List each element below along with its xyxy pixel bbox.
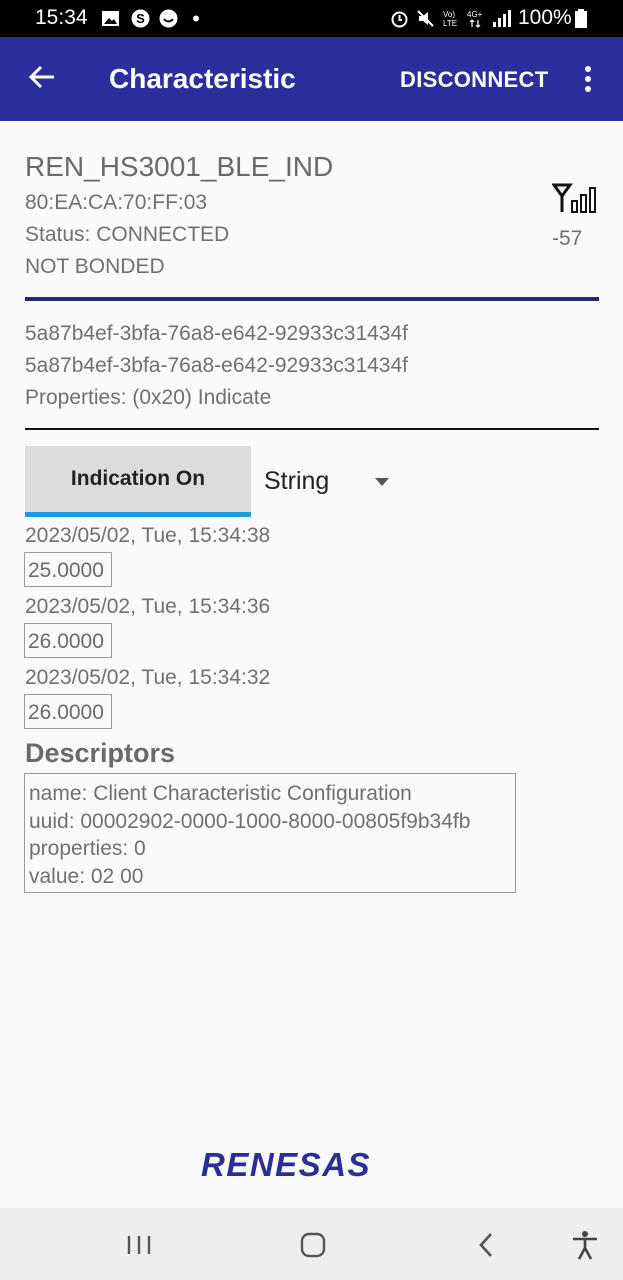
back-arrow-icon[interactable] <box>26 61 58 93</box>
bond-status: NOT BONDED <box>25 255 165 278</box>
recent-apps-icon[interactable] <box>122 1228 156 1262</box>
status-bar: 15:34 S Vo) LTE 4G+ 100% <box>0 0 623 37</box>
smile-icon <box>159 9 178 28</box>
app-bar: Characteristic DISCONNECT <box>0 37 623 121</box>
device-address: 80:EA:CA:70:FF:03 <box>25 191 208 214</box>
back-icon[interactable] <box>470 1228 504 1262</box>
4g-icon: 4G+ <box>467 10 483 28</box>
gallery-icon <box>102 11 119 26</box>
dot-icon <box>193 15 199 22</box>
page-title: Characteristic <box>109 63 296 94</box>
descriptor-properties: properties: 0 <box>29 837 146 860</box>
reading-value: 26.0000 <box>24 623 112 658</box>
reading-value: 25.0000 <box>24 552 112 587</box>
svg-text:LTE: LTE <box>443 19 457 28</box>
volte-icon: Vo)LTE <box>443 10 457 28</box>
device-name: REN_HS3001_BLE_IND <box>25 151 334 182</box>
format-dropdown[interactable]: String <box>264 467 329 496</box>
accessibility-icon[interactable] <box>568 1228 602 1262</box>
more-options-icon[interactable] <box>584 65 592 93</box>
s-icon: S <box>131 9 150 28</box>
mute-icon <box>417 10 434 27</box>
service-uuid: 5a87b4ef-3bfa-76a8-e642-92933c31434f <box>25 322 408 345</box>
system-nav-bar <box>0 1208 623 1280</box>
characteristic-uuid: 5a87b4ef-3bfa-76a8-e642-92933c31434f <box>25 354 408 377</box>
disconnect-button[interactable]: DISCONNECT <box>400 67 548 93</box>
reading-timestamp: 2023/05/02, Tue, 15:34:38 <box>25 524 271 547</box>
renesas-logo: RENESAS <box>201 1146 372 1183</box>
dropdown-arrow-icon[interactable] <box>375 478 389 486</box>
descriptor-value: value: 02 00 <box>29 865 144 888</box>
descriptor-uuid: uuid: 00002902-0000-1000-8000-00805f9b34… <box>29 810 471 833</box>
reading-value: 26.0000 <box>24 694 112 729</box>
home-icon[interactable] <box>296 1228 330 1262</box>
divider <box>25 428 599 430</box>
signal-icon <box>493 10 511 27</box>
reading-timestamp: 2023/05/02, Tue, 15:34:36 <box>25 595 271 618</box>
battery-percent: 100% <box>518 6 572 29</box>
divider <box>25 297 599 301</box>
svg-text:Vo): Vo) <box>443 10 455 19</box>
svg-text:S: S <box>136 11 145 26</box>
descriptor-box: name: Client Characteristic Configuratio… <box>24 773 516 893</box>
svg-text:4G+: 4G+ <box>467 10 483 19</box>
characteristic-properties: Properties: (0x20) Indicate <box>25 386 272 409</box>
connection-status: Status: CONNECTED <box>25 223 230 246</box>
descriptor-name: name: Client Characteristic Configuratio… <box>29 782 412 805</box>
status-time: 15:34 <box>35 6 88 29</box>
battery-icon <box>575 9 587 28</box>
indication-toggle-button[interactable]: Indication On <box>25 446 251 512</box>
signal-strength-icon <box>552 183 596 213</box>
descriptors-heading: Descriptors <box>25 738 176 768</box>
button-underline <box>25 512 251 517</box>
alarm-icon <box>391 11 408 28</box>
rssi-value: -57 <box>552 227 583 250</box>
reading-timestamp: 2023/05/02, Tue, 15:34:32 <box>25 666 271 689</box>
